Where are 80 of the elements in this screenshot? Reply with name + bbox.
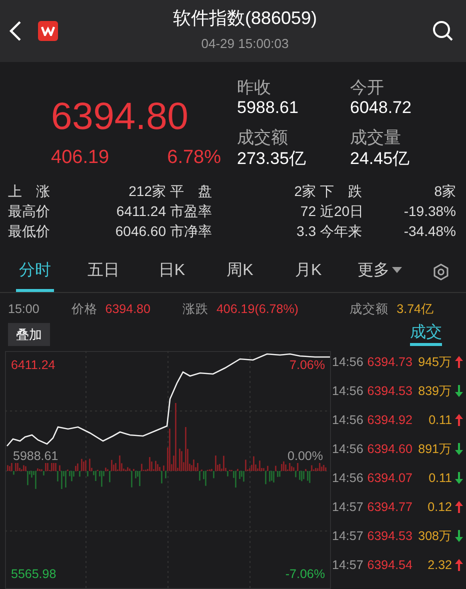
stat-value: 6411.24: [116, 202, 166, 220]
amount-label: 成交额: [350, 301, 389, 318]
price-change: 406.19: [51, 146, 110, 170]
change-percent: 6.78%: [167, 146, 221, 170]
chart-tab[interactable]: 分时: [16, 252, 54, 292]
stat-value: 3.3: [296, 222, 316, 240]
stat-value: 6046.60: [115, 222, 166, 240]
stat-value: 2家: [294, 182, 316, 200]
stat-value: 5988.61: [237, 98, 300, 119]
trade-time: 14:56: [332, 412, 364, 429]
last-price: 6394.80: [51, 98, 190, 136]
axis-price-label: 5565.98: [11, 568, 56, 580]
amount-value: 3.74亿: [396, 301, 434, 318]
trade-volume: 2.32: [428, 556, 452, 574]
overlay-button[interactable]: 叠加: [8, 322, 50, 346]
axis-percent-label: 7.06%: [290, 358, 325, 371]
stat-label: 昨收: [237, 78, 272, 98]
axis-price-label: 5988.61: [11, 448, 60, 463]
time-label: 15:00: [8, 301, 40, 318]
stat-label: 上 涨: [8, 182, 50, 200]
price-label: 价格: [71, 301, 98, 318]
change-value: 406.19(6.78%): [216, 301, 298, 318]
trade-time: 14:57: [332, 498, 364, 516]
stat-value: 8家: [434, 182, 456, 200]
chart-tab[interactable]: 月K: [289, 252, 328, 292]
stat-label: 今开: [350, 78, 385, 98]
trade-time: 14:56: [332, 354, 364, 371]
trade-price: 6394.53: [367, 528, 412, 545]
trade-volume: 0.12: [428, 498, 452, 516]
trade-time: 14:56: [332, 440, 364, 458]
trade-volume: 891万: [418, 440, 452, 458]
stat-value: 273.35亿: [237, 148, 307, 170]
back-button[interactable]: [8, 19, 22, 43]
chart-tab[interactable]: 更多: [358, 252, 402, 292]
stat-label: 平 盘: [170, 182, 212, 200]
change-label: 涨跌: [182, 301, 208, 318]
trades-tab[interactable]: 成交: [410, 322, 442, 346]
stat-value: 72: [300, 202, 316, 220]
stat-label: 今年来: [320, 222, 362, 240]
chart-tab[interactable]: 日K: [152, 252, 191, 292]
axis-price-label: 6411.24: [11, 358, 56, 371]
stat-label: 市净率: [170, 222, 212, 240]
stat-value: 6048.72: [350, 98, 412, 119]
trade-volume: 839万: [418, 382, 452, 400]
trade-volume: 308万: [418, 528, 452, 545]
chart-tab[interactable]: 五日: [84, 252, 122, 292]
trade-price: 6394.92: [367, 412, 412, 429]
trade-price: 6394.73: [367, 354, 412, 371]
page-title: 软件指数(886059): [172, 8, 318, 30]
stat-label: 下 跌: [320, 182, 362, 200]
trade-price: 6394.07: [367, 470, 412, 487]
stat-label: 最低价: [8, 222, 50, 240]
trade-volume: 945万: [418, 354, 452, 371]
stat-label: 近20日: [320, 202, 364, 220]
trade-price: 6394.60: [367, 440, 412, 458]
search-button[interactable]: [432, 19, 454, 43]
chart-tab[interactable]: 周K: [220, 252, 259, 292]
stat-value: 212家: [128, 182, 166, 200]
update-time: 04-29 15:00:03: [200, 35, 290, 54]
trade-price: 6394.54: [367, 556, 412, 574]
stat-label: 市盈率: [170, 202, 212, 220]
trade-time: 14:57: [332, 528, 364, 545]
trade-volume: 0.11: [428, 412, 452, 429]
trade-volume: 0.11: [428, 470, 452, 487]
stat-label: 最高价: [8, 202, 50, 220]
stat-label: 成交量: [350, 128, 402, 149]
stat-value: -34.48%: [404, 222, 456, 240]
stat-value: -19.38%: [404, 202, 456, 220]
trade-time: 14:56: [332, 382, 364, 400]
axis-percent-label: -7.06%: [285, 568, 325, 580]
stat-value: 24.45亿: [350, 148, 411, 170]
caret-icon: [392, 266, 402, 274]
trade-time: 14:57: [332, 556, 364, 574]
trade-time: 14:56: [332, 470, 364, 487]
app-logo-icon: [38, 21, 58, 41]
price-value: 6394.80: [105, 301, 150, 318]
axis-percent-label: 0.00%: [286, 448, 325, 463]
stat-label: 成交额: [237, 128, 289, 149]
trade-price: 6394.53: [367, 382, 412, 400]
trade-price: 6394.77: [367, 498, 412, 516]
